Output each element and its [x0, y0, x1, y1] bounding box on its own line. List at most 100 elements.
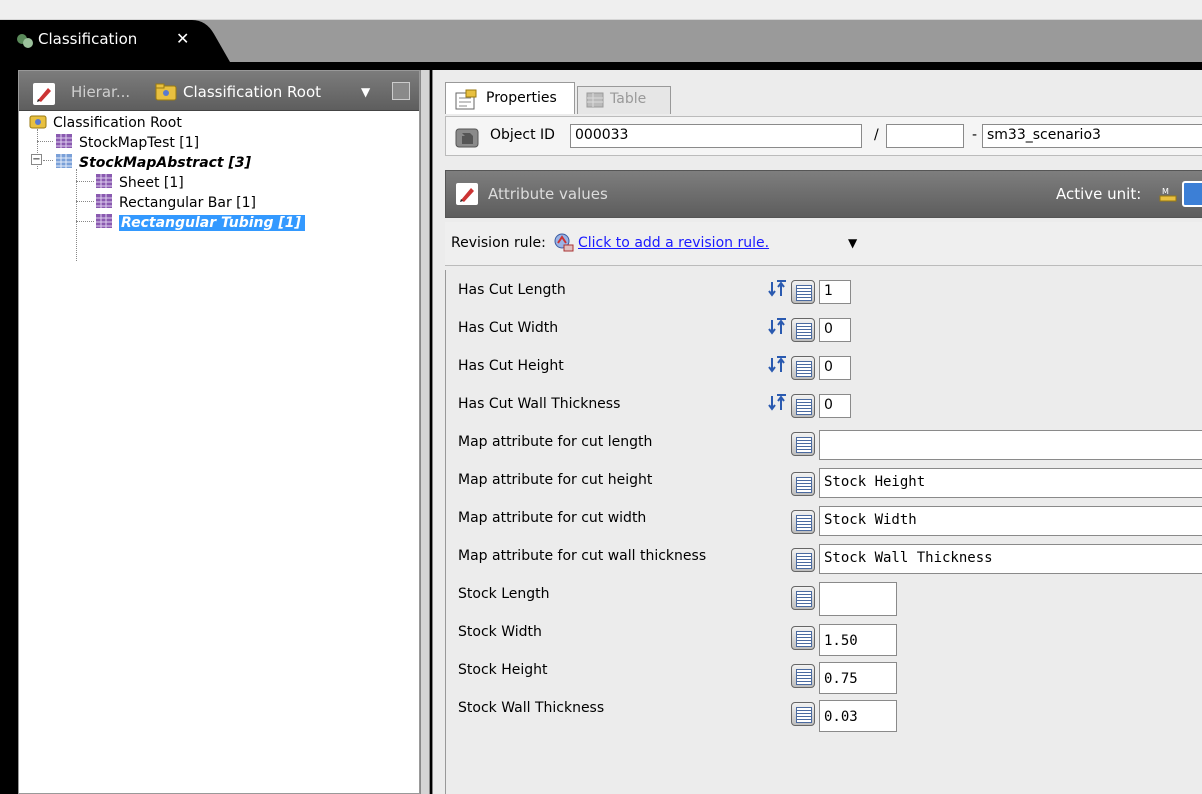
tree-item-root[interactable]: Classification Root [29, 113, 182, 133]
tree-item-label: StockMapAbstract [3] [79, 155, 252, 171]
revision-rule-row: Revision rule: Click to add a revision r… [445, 222, 1202, 266]
object-id-input[interactable]: 000033 [570, 124, 862, 148]
attribute-label: Has Cut Height [458, 358, 564, 374]
tree-item-label: StockMapTest [1] [79, 135, 200, 151]
properties-icon [454, 89, 478, 115]
tree-line [43, 160, 53, 161]
attribute-label: Has Cut Length [458, 282, 566, 298]
edit-icon[interactable] [456, 183, 478, 209]
edit-icon[interactable] [33, 83, 55, 109]
revision-input[interactable] [886, 124, 964, 148]
tree-item-rectangular-tubing[interactable]: Rectangular Tubing [1] [95, 213, 305, 233]
abstract-class-icon [55, 153, 73, 173]
attribute-value-input[interactable] [819, 430, 1202, 460]
attribute-value-input[interactable]: 0 [819, 318, 851, 342]
collapse-toggle[interactable]: − [31, 154, 42, 165]
object-id-row: Object ID 000033 / - sm33_scenario3 [445, 116, 1202, 156]
table-icon [586, 91, 604, 113]
attribute-label: Map attribute for cut width [458, 510, 647, 526]
tree-item-label: Sheet [1] [119, 175, 184, 191]
tab-properties[interactable]: Properties [445, 82, 575, 114]
active-unit-label: Active unit: [1056, 185, 1142, 203]
attribute-label: Map attribute for cut length [458, 434, 653, 450]
attribute-value-input[interactable]: Stock Height [819, 468, 1202, 498]
sort-icon[interactable] [766, 393, 788, 417]
list-icon[interactable] [791, 548, 815, 572]
tab-label: Properties [486, 90, 557, 106]
list-icon[interactable] [791, 432, 815, 456]
tab-table[interactable]: Table [577, 86, 671, 114]
attribute-value-input[interactable]: 0.75 [819, 662, 897, 694]
folder-icon [155, 83, 177, 105]
separator-slash: / [874, 127, 879, 143]
attribute-label: Stock Width [458, 624, 542, 640]
tree-item-rectangular-bar[interactable]: Rectangular Bar [1] [95, 193, 256, 213]
tab-title: Classification [38, 30, 138, 48]
unit-toggle-button[interactable] [1182, 181, 1202, 207]
list-icon[interactable] [791, 664, 815, 688]
attribute-value-input[interactable]: 1 [819, 280, 851, 304]
tree-item-stockmaptest[interactable]: StockMapTest [1] [55, 133, 199, 153]
attribute-value-input[interactable] [819, 582, 897, 616]
list-icon[interactable] [791, 510, 815, 534]
list-icon[interactable] [791, 586, 815, 610]
list-icon[interactable] [791, 394, 815, 418]
object-name-input[interactable]: sm33_scenario3 [982, 124, 1202, 148]
class-icon [95, 213, 113, 233]
attribute-value-input[interactable]: Stock Wall Thickness [819, 544, 1202, 574]
tree-item-sheet[interactable]: Sheet [1] [95, 173, 184, 193]
chevron-down-icon[interactable]: ▼ [848, 236, 857, 250]
attribute-label: Map attribute for cut wall thickness [458, 548, 707, 564]
svg-text:M: M [1162, 187, 1169, 196]
list-icon[interactable] [791, 702, 815, 726]
attribute-list: Has Cut Length 1 Has Cut Width 0 Has Cut… [445, 270, 1202, 794]
object-id-label: Object ID [490, 127, 555, 143]
tree-line [76, 169, 77, 261]
list-icon[interactable] [791, 626, 815, 650]
tree-line [76, 201, 94, 202]
attribute-value-input[interactable]: 0 [819, 394, 851, 418]
hierarchy-panel: Hierar... Classification Root ▼ − Classi… [18, 70, 420, 794]
attribute-label: Stock Height [458, 662, 548, 678]
attribute-value-input[interactable]: 0 [819, 356, 851, 380]
attribute-value-input[interactable]: Stock Width [819, 506, 1202, 536]
sort-icon[interactable] [766, 355, 788, 379]
chevron-down-icon[interactable]: ▼ [361, 85, 370, 99]
class-icon [95, 193, 113, 213]
add-revision-rule-link[interactable]: Click to add a revision rule. [578, 235, 769, 251]
separator-dash: - [972, 127, 978, 143]
close-icon[interactable]: ✕ [176, 29, 189, 48]
minimize-icon[interactable] [392, 82, 410, 100]
attribute-label: Map attribute for cut height [458, 472, 653, 488]
attribute-value-input[interactable]: 0.03 [819, 700, 897, 732]
revision-rule-icon [553, 233, 575, 257]
list-icon[interactable] [791, 280, 815, 304]
tree-line [76, 221, 94, 222]
sort-icon[interactable] [766, 279, 788, 303]
properties-panel: Properties Table Object ID 000033 / - sm… [432, 70, 1202, 794]
object-icon [454, 127, 480, 153]
sort-icon[interactable] [766, 317, 788, 341]
attribute-label: Has Cut Wall Thickness [458, 396, 621, 412]
attribute-label: Has Cut Width [458, 320, 559, 336]
list-icon[interactable] [791, 356, 815, 380]
revision-rule-label: Revision rule: [451, 235, 546, 251]
tree-item-label: Classification Root [53, 115, 182, 131]
root-selector-label[interactable]: Classification Root [183, 83, 321, 101]
classification-icon [16, 33, 34, 53]
list-icon[interactable] [791, 318, 815, 342]
tab-label: Table [610, 91, 647, 107]
list-icon[interactable] [791, 472, 815, 496]
tree-item-stockmapabstract[interactable]: StockMapAbstract [3] [55, 153, 251, 173]
attribute-values-label: Attribute values [488, 185, 608, 203]
attribute-value-input[interactable]: 1.50 [819, 624, 897, 656]
tree-line [37, 141, 53, 142]
class-icon [95, 173, 113, 193]
attribute-label: Stock Length [458, 586, 550, 602]
tree-item-label: Rectangular Bar [1] [119, 195, 257, 211]
tree-item-label-selected: Rectangular Tubing [1] [119, 215, 305, 231]
metric-unit-icon[interactable]: M [1158, 185, 1178, 207]
folder-icon [29, 113, 47, 133]
hierarchy-label[interactable]: Hierar... [71, 83, 130, 101]
panel-splitter[interactable] [420, 70, 430, 794]
